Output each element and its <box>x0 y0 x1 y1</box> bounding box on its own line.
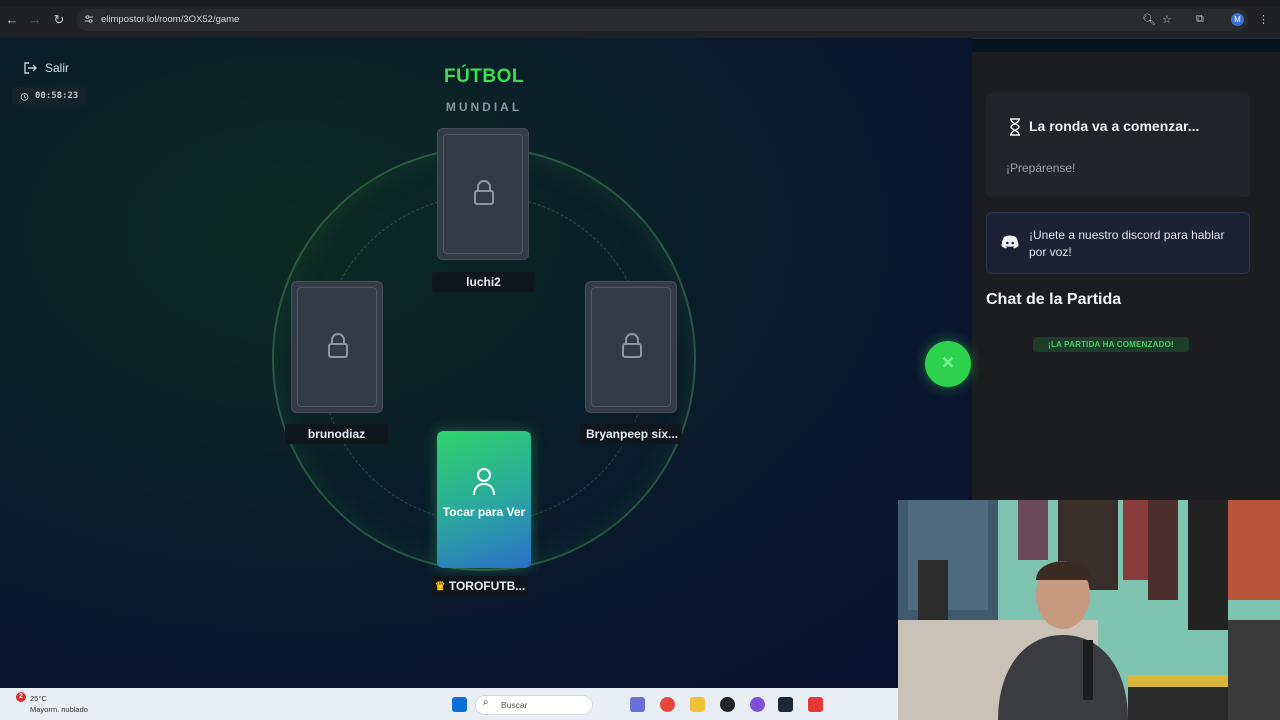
round-subtitle: ¡Prepárense! <box>1006 161 1076 175</box>
taskbar-search[interactable] <box>475 695 593 715</box>
close-icon: ✕ <box>941 355 955 372</box>
player-name: luchi2 <box>432 272 535 292</box>
weather-temperature[interactable]: 25°C <box>30 694 47 703</box>
windows-start-icon[interactable] <box>452 697 467 712</box>
webcam-feed <box>898 500 1280 720</box>
exit-label: Salir <box>45 61 70 75</box>
profile-avatar[interactable]: M <box>1231 13 1244 26</box>
round-status-card <box>986 93 1250 197</box>
person-icon <box>473 468 495 496</box>
site-settings-icon[interactable] <box>84 14 94 24</box>
crown-icon: ♛ <box>434 579 446 593</box>
search-placeholder: Buscar <box>501 700 528 710</box>
player-name: brunodiaz <box>285 424 388 444</box>
search-icon: ⌕ <box>483 697 489 708</box>
category-title: FÚTBOL <box>443 66 525 87</box>
exit-button[interactable]: Salir <box>23 61 69 75</box>
discord-icon <box>1001 235 1019 249</box>
url-text[interactable]: elimpostor.lol/room/3OX52/game <box>101 14 239 25</box>
lock-icon <box>328 333 348 358</box>
round-title: La ronda va a comenzar... <box>1029 118 1200 134</box>
extensions-icon[interactable]: ⧉ <box>1196 13 1204 26</box>
lock-icon <box>622 333 642 358</box>
timer-value: 00:58:23 <box>35 91 79 101</box>
lock-icon <box>474 180 494 205</box>
logout-icon <box>24 62 37 74</box>
webcam-overlay <box>898 500 1280 720</box>
chat-title: Chat de la Partida <box>986 291 1122 308</box>
zoom-icon[interactable]: 🔍︎ <box>1142 13 1156 26</box>
game-started-badge: ¡LA PARTIDA HA COMENZADO! <box>1033 337 1189 352</box>
notification-count: 2 <box>16 692 26 702</box>
subcategory-title: MUNDIAL <box>445 100 523 114</box>
discord-text: ¡Unete a nuestro discord para hablar por… <box>1029 228 1225 259</box>
obs-icon[interactable] <box>720 697 735 712</box>
weather-description[interactable]: Mayorm. nublado <box>30 705 88 714</box>
app-icon[interactable] <box>750 697 765 712</box>
reload-icon[interactable]: ↻ <box>51 12 67 28</box>
my-player-name: TOROFUTB... <box>448 579 526 593</box>
app-icon-red[interactable] <box>808 697 823 712</box>
steam-icon[interactable] <box>778 697 793 712</box>
bookmark-star-icon[interactable]: ☆ <box>1162 13 1172 26</box>
forward-icon[interactable]: → <box>27 12 43 28</box>
teams-icon[interactable] <box>630 697 645 712</box>
file-explorer-icon[interactable] <box>690 697 705 712</box>
player-name: Bryanpeep six... <box>580 424 682 444</box>
player-card-top <box>437 128 529 260</box>
back-icon[interactable]: ← <box>4 12 20 28</box>
game-timer: 00:58:23 <box>12 87 86 105</box>
hourglass-icon <box>1010 118 1020 136</box>
chrome-icon[interactable] <box>660 697 675 712</box>
menu-dots-icon[interactable]: ⋮ <box>1258 13 1269 26</box>
address-bar[interactable] <box>76 9 1248 31</box>
close-chat-button[interactable]: ✕ <box>925 341 971 387</box>
player-card-left <box>291 281 383 413</box>
my-role-card[interactable]: Tocar para Ver <box>437 431 531 568</box>
player-card-right <box>585 281 677 413</box>
my-player-tag: ♛ TOROFUTB... <box>432 576 528 596</box>
clock-icon <box>20 92 29 101</box>
tab-strip <box>0 0 1280 6</box>
tap-to-view-label: Tocar para Ver <box>442 505 526 519</box>
